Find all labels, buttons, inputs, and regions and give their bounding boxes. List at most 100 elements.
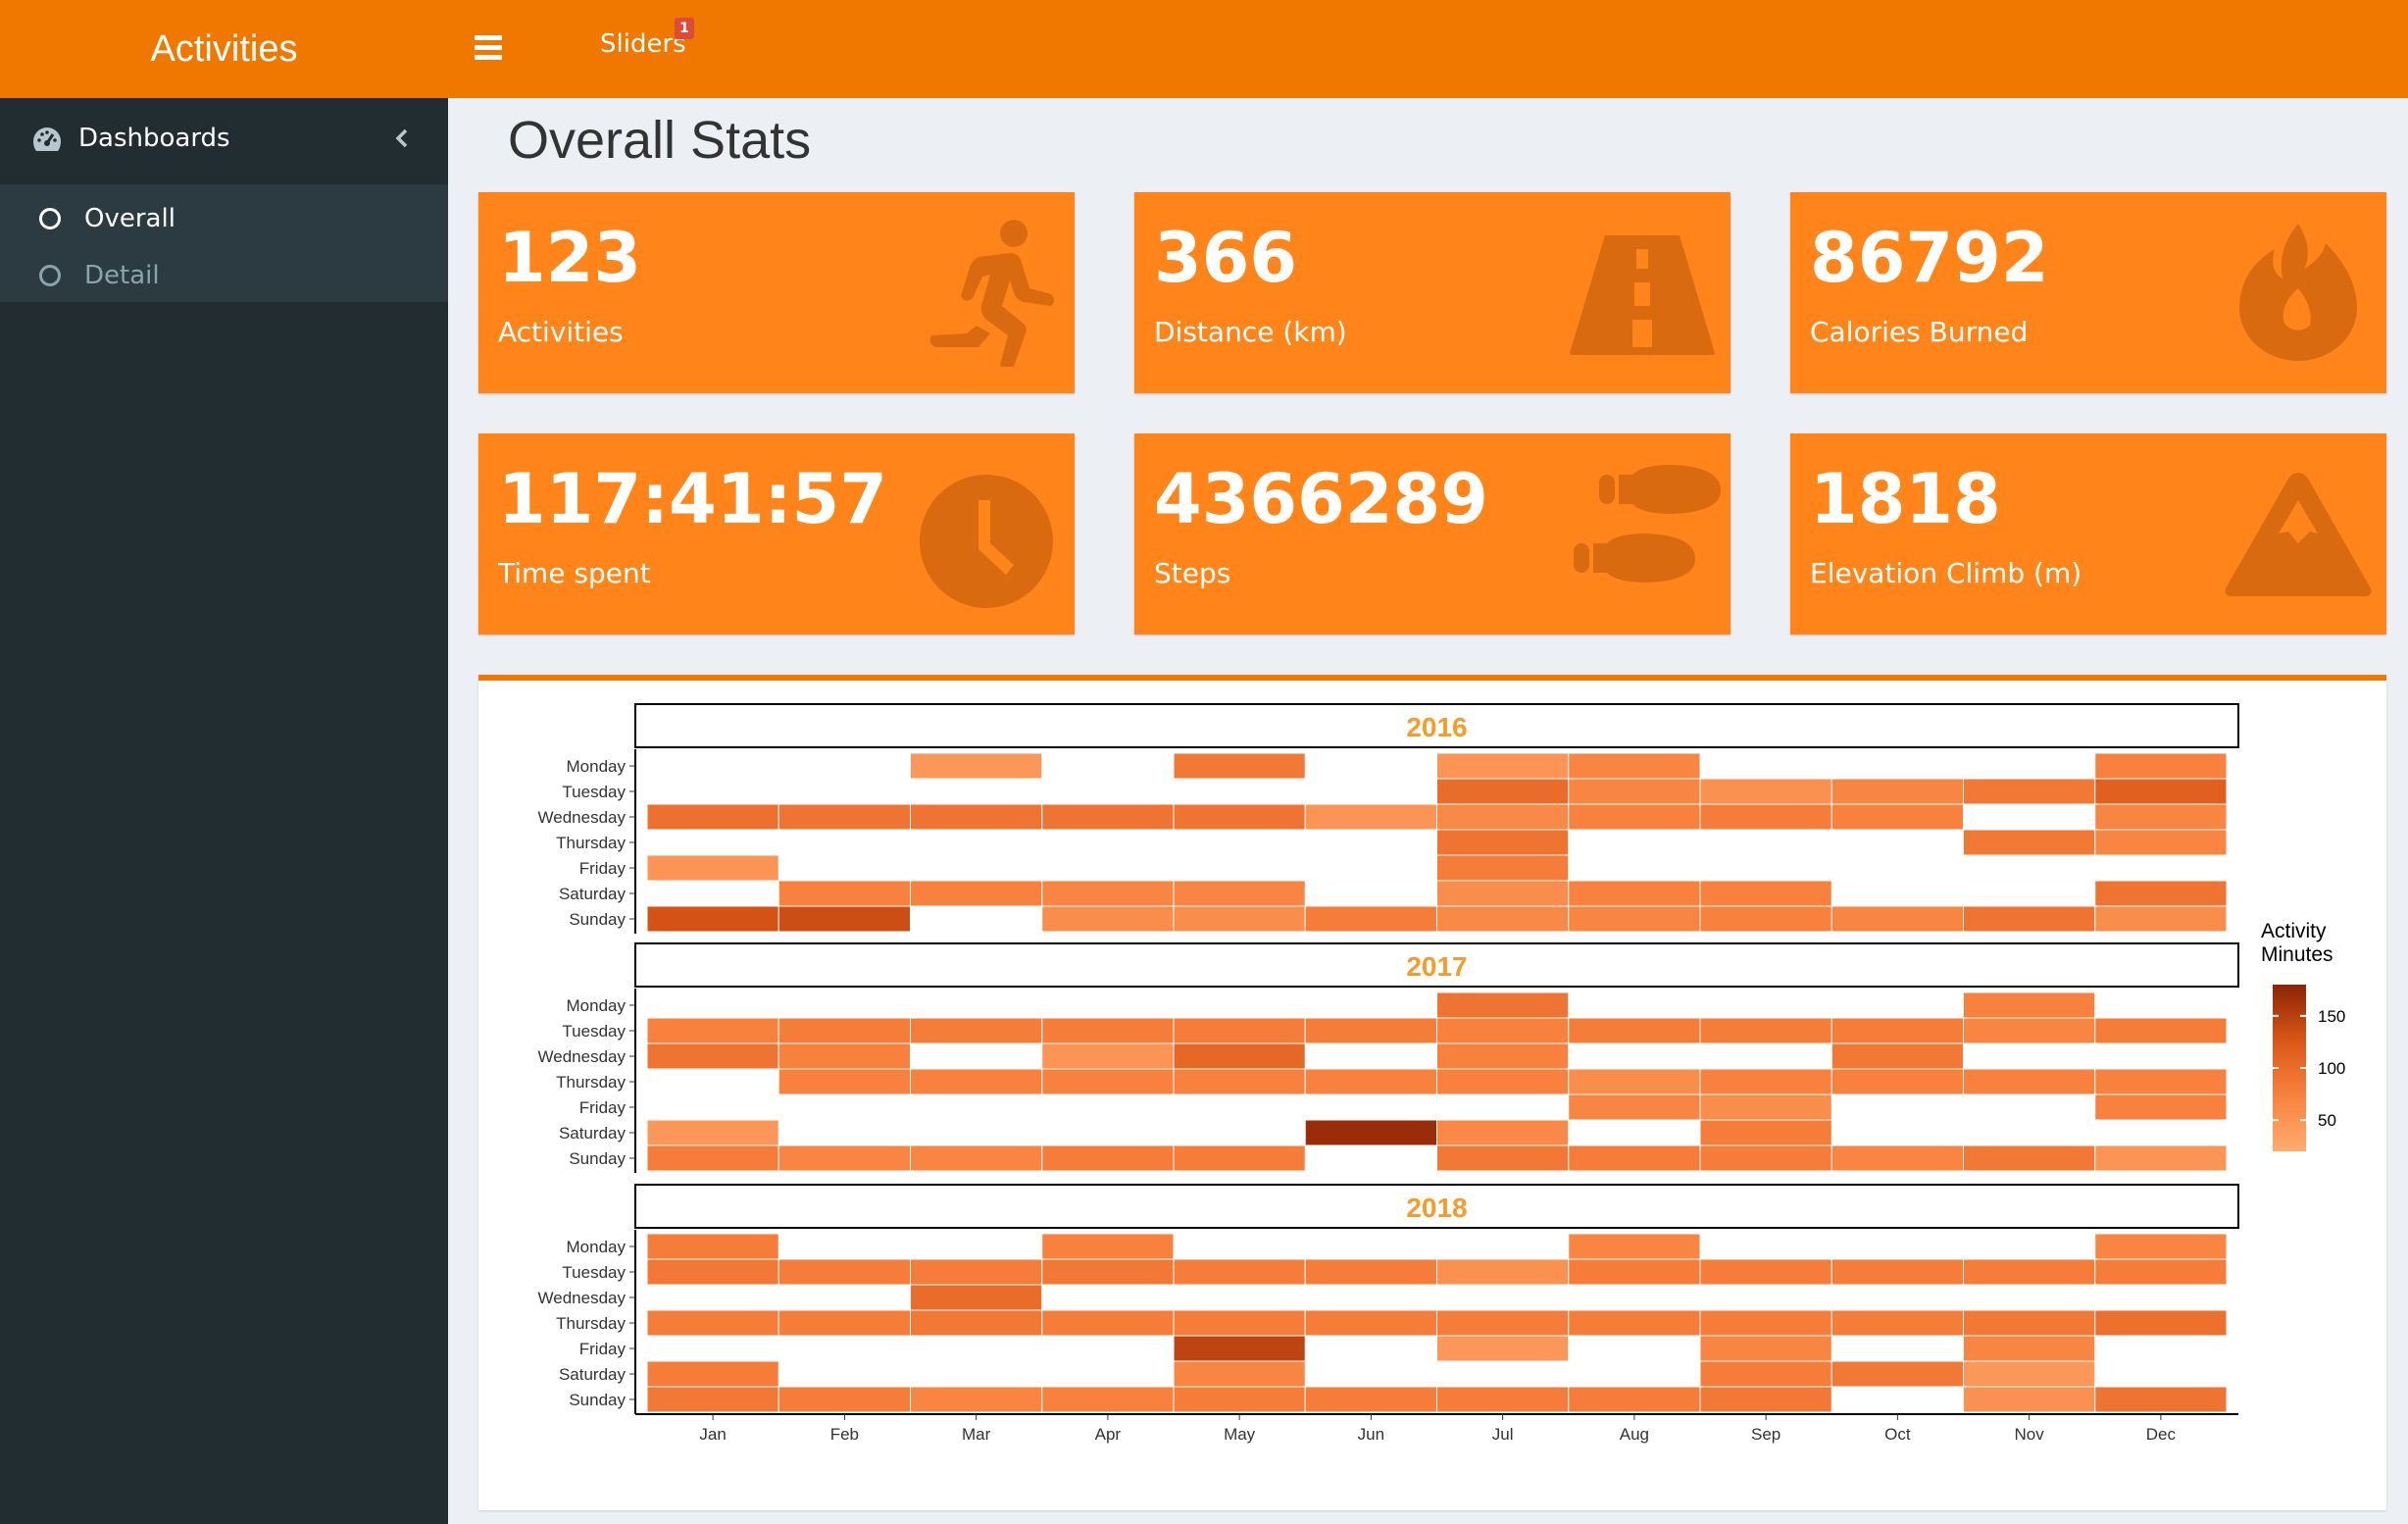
month-tick-label: Apr: [1095, 1425, 1122, 1444]
heatmap-cell: [1041, 1309, 1175, 1337]
activity-heatmap-box: 2016 Monday Tuesday Wednesday Thursday Friday…: [478, 675, 2386, 1510]
facet-year-label: 2016: [1406, 712, 1467, 742]
day-tick-label: Saturday: [559, 1365, 627, 1384]
heatmap-cell: [2094, 829, 2228, 856]
heatmap-cell: [1568, 1233, 1701, 1260]
hamburger-icon-bar: [475, 35, 502, 40]
sidebar-item-detail[interactable]: Detail: [0, 249, 448, 304]
facet-year-label: 2017: [1406, 951, 1467, 982]
page-title: Overall Stats: [508, 111, 812, 170]
day-tick-label: Tuesday: [562, 1263, 626, 1282]
value-box-distance: 366 Distance (km): [1134, 192, 1731, 393]
heatmap-cell: [1041, 1386, 1175, 1413]
heatmap-cell: [2094, 1233, 2228, 1260]
month-tick-label: Sep: [1751, 1425, 1781, 1444]
heatmap-cell: [1304, 905, 1437, 933]
sidebar-item-label: Detail: [84, 261, 160, 290]
month-tick-label: Jun: [1358, 1425, 1384, 1444]
heatmap-cell: [646, 854, 779, 882]
value-box-value: 1818: [1810, 459, 2001, 539]
heatmap-cell: [646, 1360, 779, 1388]
heatmap-cell: [1304, 803, 1437, 831]
heatmap-cell: [1436, 1042, 1570, 1070]
heatmap-cell: [1041, 1017, 1175, 1044]
heatmap-cell: [1568, 1144, 1701, 1172]
heatmap-cell: [1831, 1068, 1964, 1095]
value-box-value: 86792: [1810, 218, 2049, 298]
heatmap-cell: [1699, 1386, 1832, 1413]
heatmap-cell: [1173, 1258, 1306, 1286]
heatmap-cell: [1436, 1119, 1570, 1146]
heatmap-cell: [778, 880, 911, 907]
day-tick-label: Friday: [579, 859, 627, 878]
heatmap-cell: [1831, 1360, 1964, 1388]
heatmap-cell: [646, 1119, 779, 1146]
heatmap-cell: [1831, 1042, 1964, 1070]
sliders-notification-badge: 1: [675, 18, 694, 39]
heatmap-cell: [1041, 1258, 1175, 1286]
heatmap-cell: [646, 1258, 779, 1286]
heatmap-cell: [1568, 1068, 1701, 1095]
month-tick-label: Jan: [699, 1425, 726, 1444]
heatmap-cell: [646, 1233, 779, 1260]
heatmap-cell: [778, 1386, 911, 1413]
heatmap-cell: [1436, 778, 1570, 805]
heatmap-cell: [1041, 1144, 1175, 1172]
heatmap-cell: [1963, 829, 2096, 856]
day-tick-label: Thursday: [556, 1073, 626, 1092]
heatmap-cell: [2094, 1093, 2228, 1121]
heatmap-cell: [1436, 1335, 1570, 1362]
heatmap-cell: [1304, 1258, 1437, 1286]
heatmap-cell: [1041, 1042, 1175, 1070]
month-tick-label: Feb: [830, 1425, 859, 1444]
value-box-elevation: 1818 Elevation Climb (m): [1790, 433, 2386, 635]
value-box-steps: 4366289 Steps: [1134, 433, 1731, 635]
legend-tick-label: 100: [2318, 1059, 2345, 1078]
clock-icon: [920, 475, 1053, 608]
activity-heatmap-chart: 2016 Monday Tuesday Wednesday Thursday Friday…: [538, 703, 2345, 1444]
heatmap-cell: [1568, 1309, 1701, 1337]
heatmap-cell: [1436, 1386, 1570, 1413]
heatmap-cell: [646, 1309, 779, 1337]
heatmap-cell: [2094, 1017, 2228, 1044]
road-icon: [1570, 235, 1715, 355]
heatmap-cell: [1568, 1093, 1701, 1121]
value-box-label: Calories Burned: [1810, 316, 2029, 348]
day-tick-label: Thursday: [556, 1314, 626, 1333]
day-tick-label: Monday: [567, 1238, 627, 1256]
heatmap-cell: [1173, 803, 1306, 831]
heatmap-cell: [910, 1309, 1043, 1337]
legend-tick-label: 50: [2318, 1111, 2336, 1130]
heatmap-cell: [1831, 1144, 1964, 1172]
value-box-label: Activities: [498, 316, 624, 348]
sidebar-item-dashboards[interactable]: Dashboards: [0, 98, 448, 184]
heatmap-cell: [1304, 1119, 1437, 1146]
legend-title: Activity: [2261, 920, 2327, 942]
heatmap-cell: [910, 1284, 1043, 1311]
heatmap-cell: [1831, 803, 1964, 831]
heatmap-cell: [1568, 752, 1701, 780]
day-tick-label: Sunday: [569, 910, 626, 929]
heatmap-cell: [1831, 905, 1964, 933]
heatmap-cell: [1173, 1068, 1306, 1095]
heatmap-cell: [778, 1017, 911, 1044]
month-tick-label: Jul: [1492, 1425, 1514, 1444]
hamburger-icon-bar: [475, 45, 502, 50]
heatmap-cell: [1173, 905, 1306, 933]
day-tick-label: Saturday: [559, 885, 627, 903]
value-box-value: 366: [1154, 218, 1298, 298]
heatmap-cell: [1304, 1017, 1437, 1044]
day-tick-label: Tuesday: [562, 783, 626, 801]
legend-tick-label: 150: [2318, 1007, 2345, 1026]
sidebar-toggle-button[interactable]: [475, 35, 502, 63]
heatmap-cell: [1304, 1386, 1437, 1413]
heatmap-cell: [778, 905, 911, 933]
heatmap-cell: [1568, 803, 1701, 831]
sliders-menu-button[interactable]: Sliders: [600, 29, 686, 59]
hamburger-icon-bar: [475, 55, 502, 60]
sidebar-item-overall[interactable]: Overall: [0, 192, 448, 247]
month-tick-label: Mar: [962, 1425, 991, 1444]
heatmap-cell: [1041, 1233, 1175, 1260]
heatmap-cell: [1568, 1017, 1701, 1044]
heatmap-cell: [1173, 1144, 1306, 1172]
